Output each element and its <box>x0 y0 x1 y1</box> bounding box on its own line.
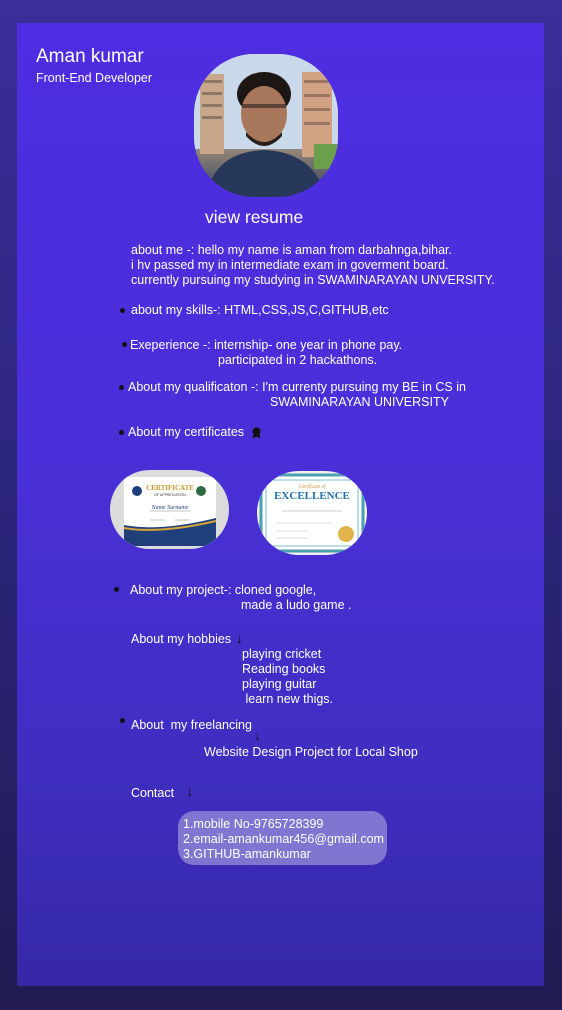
profile-name: Aman kumar <box>36 46 144 67</box>
down-arrow-icon: ↓ <box>186 783 194 800</box>
freelancing-label: About my freelancing <box>131 718 252 732</box>
cert1-title: CERTIFICATE <box>146 484 194 492</box>
cert1-subtitle: OF APPRECIATION <box>154 493 186 497</box>
hobby-item: Reading books <box>242 662 326 676</box>
certificate-excellence-image[interactable]: Certificate of EXCELLENCE <box>257 471 367 555</box>
bullet-dot-icon <box>119 430 124 435</box>
certificate-appreciation-image[interactable]: CERTIFICATE OF APPRECIATION Name Surname <box>110 470 229 549</box>
down-arrow-icon: ↓ <box>254 727 261 743</box>
about-line-3: currently pursuing my studying in SWAMIN… <box>131 273 495 287</box>
experience-line-2: participated in 2 hackathons. <box>218 353 378 367</box>
skills-text: about my skills-: HTML,CSS,JS,C,GITHUB,e… <box>131 303 389 317</box>
project-line-1: About my project-: cloned google, <box>130 583 317 597</box>
contact-email[interactable]: 2.email-amankumar456@gmail.com <box>183 832 384 847</box>
bullet-dot-icon <box>122 342 127 347</box>
contact-github[interactable]: 3.GITHUB-amankumar <box>183 847 382 862</box>
certificate-appreciation-art: CERTIFICATE OF APPRECIATION Name Surname <box>123 477 217 546</box>
bullet-dot-icon <box>114 587 119 592</box>
qualification-line-2: SWAMINARAYAN UNIVERSITY <box>270 395 449 409</box>
project-line-2: made a ludo game . <box>241 598 352 612</box>
down-arrow-icon: ↓ <box>236 630 243 646</box>
profile-role: Front-End Developer <box>36 71 153 85</box>
bullet-dot-icon <box>119 385 124 390</box>
contact-label: Contact <box>131 786 175 800</box>
hobbies-label: About my hobbies <box>131 632 232 646</box>
avatar-photo <box>194 54 338 197</box>
bullet-dot-icon <box>120 718 125 723</box>
hobby-item: playing guitar <box>242 677 317 691</box>
contact-box: 1.mobile No-9765728399 2.email-amankumar… <box>178 811 387 865</box>
bullet-dot-icon <box>120 308 125 313</box>
about-line-2: i hv passed my in intermediate exam in g… <box>131 258 449 272</box>
cert2-title: EXCELLENCE <box>274 490 350 502</box>
certificate-excellence-art: Certificate of EXCELLENCE <box>259 473 365 553</box>
hobby-item: learn new thigs. <box>242 692 334 706</box>
view-resume-button[interactable]: view resume <box>205 207 303 228</box>
qualification-line-1: About my qualificaton -: I'm currenty pu… <box>128 380 466 394</box>
certificates-label: About my certificates <box>128 425 245 439</box>
contact-mobile[interactable]: 1.mobile No-9765728399 <box>183 817 382 832</box>
hobby-item: playing cricket <box>242 647 322 661</box>
profile-avatar <box>194 54 338 197</box>
freelancing-project: Website Design Project for Local Shop <box>204 745 418 759</box>
experience-line-1: Exeperience -: internship- one year in p… <box>130 338 403 352</box>
badge-icon <box>252 427 261 439</box>
cert1-name: Name Surname <box>151 505 189 511</box>
about-line-1: about me -: hello my name is aman from d… <box>131 243 453 257</box>
